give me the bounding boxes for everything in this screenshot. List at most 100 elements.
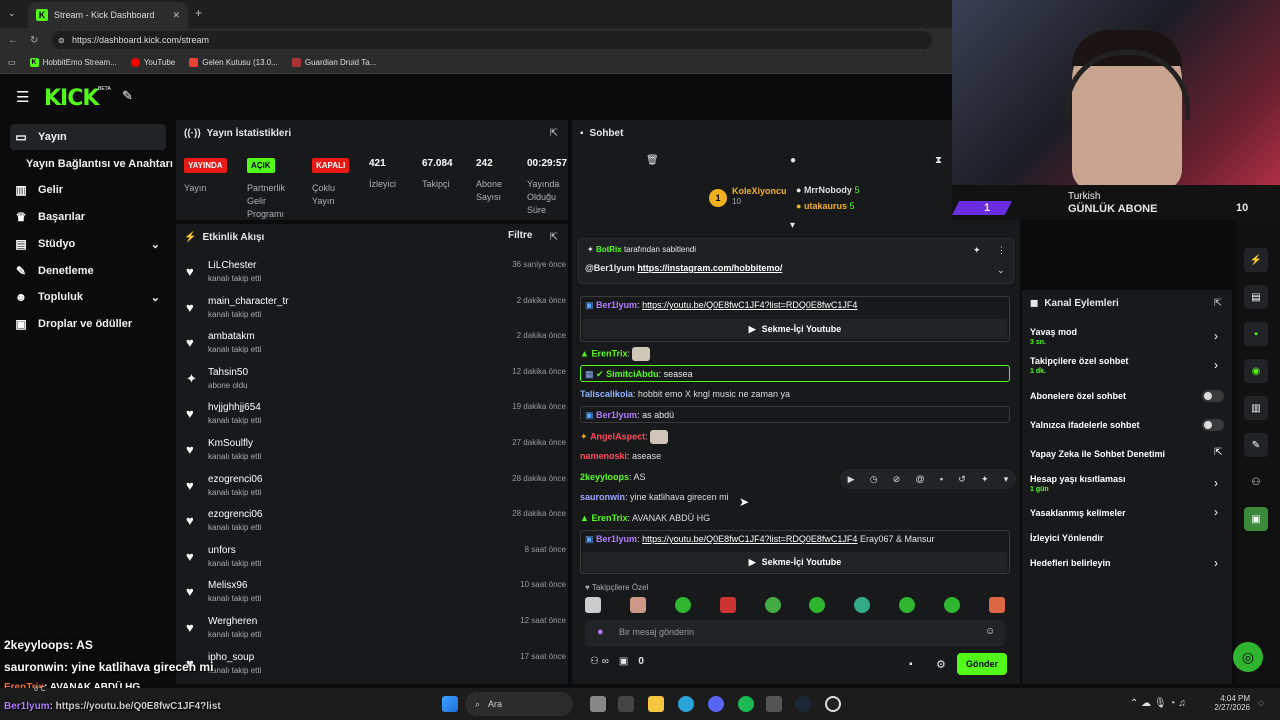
- chevron-right-icon[interactable]: ›: [1214, 476, 1218, 490]
- chevron-down-icon[interactable]: ⌄: [997, 265, 1005, 276]
- sidebar-item-gelir[interactable]: ▥ Gelir: [10, 177, 166, 203]
- close-icon[interactable]: ✕: [172, 10, 180, 21]
- weather-widget[interactable]: 6°C: [34, 686, 46, 693]
- activity-event[interactable]: ♥ unfors kanalı takip etti 8 saat önce: [186, 545, 566, 581]
- sidebar-item-yayin[interactable]: ▭ Yayın: [10, 124, 166, 150]
- chat-link[interactable]: https://youtu.be/Q0E8fwC1JF4?list=RDQ0E8…: [642, 534, 857, 544]
- url-field[interactable]: ⊜ https://dashboard.kick.com/stream: [52, 31, 932, 49]
- emoji-icon[interactable]: ☺: [985, 626, 995, 637]
- chat-bubble-icon[interactable]: ●: [790, 155, 796, 166]
- chat-username[interactable]: ErenTrix: [591, 513, 627, 523]
- collapse-icon[interactable]: ▾: [790, 220, 795, 231]
- file-explorer-icon[interactable]: [648, 696, 664, 712]
- edge-icon[interactable]: [678, 696, 694, 712]
- chat-username[interactable]: Ber1lyum: [596, 300, 637, 310]
- activity-event[interactable]: ♥ ezogrenci06 kanalı takip etti 28 dakika ö…: [186, 509, 566, 545]
- bookmark-youtube[interactable]: YouTube: [130, 58, 175, 67]
- chat-link[interactable]: https://youtu.be/Q0E8fwC1JF4?list=RDQ0E8…: [642, 300, 857, 310]
- chevron-right-icon[interactable]: ›: [1214, 329, 1218, 343]
- chat-input[interactable]: ● Bir mesaj gönderin ☺: [585, 620, 1005, 646]
- clock[interactable]: 4:04 PM 2/27/2026: [1210, 694, 1250, 712]
- event-username[interactable]: main_character_tr: [208, 296, 289, 307]
- wrench-icon[interactable]: ✎: [1244, 433, 1268, 457]
- event-username[interactable]: Wergheren: [208, 616, 257, 627]
- more-icon[interactable]: ⋮: [997, 245, 1006, 256]
- event-username[interactable]: Melisx96: [208, 580, 247, 591]
- reload-icon[interactable]: ↻: [30, 35, 38, 46]
- site-info-icon[interactable]: ⊜: [58, 36, 65, 45]
- terminal-icon[interactable]: [618, 696, 634, 712]
- taskbar-search[interactable]: ⌕ Ara: [465, 692, 573, 716]
- subscribers-only-toggle[interactable]: [1202, 390, 1224, 402]
- bookmark-gmail[interactable]: Gelen Kutusu (13.0...: [189, 58, 278, 67]
- youtube-embed-button[interactable]: ▶ Sekme-İçi Youtube: [583, 319, 1007, 339]
- activity-event[interactable]: ✦ Tahsin50 abone oldu 12 dakika önce: [186, 367, 566, 403]
- activity-event[interactable]: ♥ LiLChester kanalı takip etti 36 saniye ön…: [186, 260, 566, 296]
- pin-icon[interactable]: ✎: [122, 88, 133, 104]
- discord-icon[interactable]: [708, 696, 724, 712]
- banned-words-setting[interactable]: Yasaklanmış kelimeler: [1030, 508, 1126, 518]
- event-username[interactable]: hvjjghhjj654: [208, 402, 261, 413]
- emote-only-toggle[interactable]: [1202, 419, 1224, 431]
- layout-icon[interactable]: ▥: [1244, 396, 1268, 420]
- goals-setting[interactable]: Hedefleri belirleyin: [1030, 558, 1111, 568]
- chat-username[interactable]: AngelAspect: [590, 431, 645, 441]
- new-tab-icon[interactable]: +: [195, 6, 202, 20]
- top-chatter-1[interactable]: KoleXiyoncu 10: [732, 186, 787, 206]
- activity-event[interactable]: ♥ ipho_soup kanalı takip etti 17 saat önce: [186, 652, 566, 688]
- emote-icon[interactable]: [674, 597, 691, 613]
- bookmark-guardian-druid[interactable]: Guardian Druid Ta...: [291, 58, 376, 67]
- spotify-icon[interactable]: [738, 696, 754, 712]
- share-icon[interactable]: ⚇: [1244, 470, 1268, 494]
- activity-event[interactable]: ♥ ambatakm kanalı takip etti 2 dakika önce: [186, 331, 566, 367]
- emote-icon[interactable]: [944, 597, 960, 613]
- chat-username[interactable]: namenoski: [580, 451, 627, 461]
- activity-event[interactable]: ♥ hvjjghhjj654 kanalı takip etti 19 dakika …: [186, 402, 566, 438]
- emote-icon[interactable]: [585, 597, 601, 613]
- chat-username[interactable]: 2keyyloops: [580, 472, 629, 482]
- chevron-right-icon[interactable]: ›: [1214, 556, 1218, 570]
- unpin-icon[interactable]: ✦: [973, 245, 981, 256]
- event-username[interactable]: LiLChester: [208, 260, 256, 271]
- hamburger-menu-icon[interactable]: ☰: [16, 88, 29, 106]
- top-chatter-2[interactable]: ● MrrNobody 5: [796, 185, 859, 195]
- task-view-icon[interactable]: [590, 696, 606, 712]
- popout-icon[interactable]: ⇱: [550, 128, 558, 139]
- infinity-icon[interactable]: ⚇ ∞: [590, 656, 609, 667]
- chevron-right-icon[interactable]: ›: [1214, 358, 1218, 372]
- raid-setting[interactable]: İzleyici Yönlendir: [1030, 533, 1103, 543]
- event-username[interactable]: ezogrenci06: [208, 509, 262, 520]
- chat-username[interactable]: SimitciAbdu: [606, 369, 659, 379]
- filter-button[interactable]: Filtre: [508, 230, 532, 241]
- sidebar-item-topluluk[interactable]: ☻ Topluluk ⌄: [10, 284, 166, 310]
- activity-event[interactable]: ♥ main_character_tr kanalı takip etti 2 dak…: [186, 296, 566, 332]
- trash-icon[interactable]: ▾: [1004, 474, 1009, 485]
- play-icon[interactable]: ▶: [848, 474, 855, 485]
- subscribers-only-setting[interactable]: Abonelere özel sohbet: [1030, 391, 1126, 401]
- system-tray[interactable]: ⌃ ☁ 🎙 ◔ ♫: [1130, 698, 1186, 709]
- pin-icon[interactable]: ✦: [981, 474, 989, 485]
- copy-icon[interactable]: ▪: [940, 474, 943, 484]
- emote-icon[interactable]: [719, 597, 736, 613]
- youtube-embed-button[interactable]: ▶ Sekme-İçi Youtube: [583, 552, 1007, 572]
- send-button[interactable]: Gönder: [957, 653, 1007, 675]
- obs-icon[interactable]: [825, 696, 841, 712]
- activity-event[interactable]: ♥ ezogrenci06 kanalı takip etti 28 dakika ö…: [186, 474, 566, 510]
- document-icon[interactable]: ▤: [1244, 285, 1268, 309]
- quick-action-icon[interactable]: ⚡: [1244, 248, 1268, 272]
- tab-list-icon[interactable]: ⌄: [8, 8, 16, 19]
- at-icon[interactable]: @: [916, 474, 925, 484]
- hourglass-icon[interactable]: ⧗: [935, 155, 942, 166]
- ai-moderation-setting[interactable]: Yapay Zeka ile Sohbet Denetimi: [1030, 449, 1165, 459]
- event-username[interactable]: ezogrenci06: [208, 474, 262, 485]
- account-age-setting[interactable]: Hesap yaşı kısıtlaması 1 gün: [1030, 474, 1126, 493]
- app-icon[interactable]: [766, 696, 782, 712]
- event-username[interactable]: Tahsin50: [208, 367, 248, 378]
- popout-icon[interactable]: ⇱: [550, 232, 558, 243]
- sidebar-item-denetleme[interactable]: ✎ Denetleme: [10, 258, 166, 284]
- undo-icon[interactable]: ↺: [958, 474, 966, 485]
- mic-icon[interactable]: ●: [597, 626, 604, 638]
- chat-username[interactable]: Ber1lyum: [596, 410, 637, 420]
- sidebar-item-studyo[interactable]: ▤ Stüdyo ⌄: [10, 231, 166, 257]
- followers-only-setting[interactable]: Takipçilere özel sohbet 1 dk.: [1030, 356, 1128, 375]
